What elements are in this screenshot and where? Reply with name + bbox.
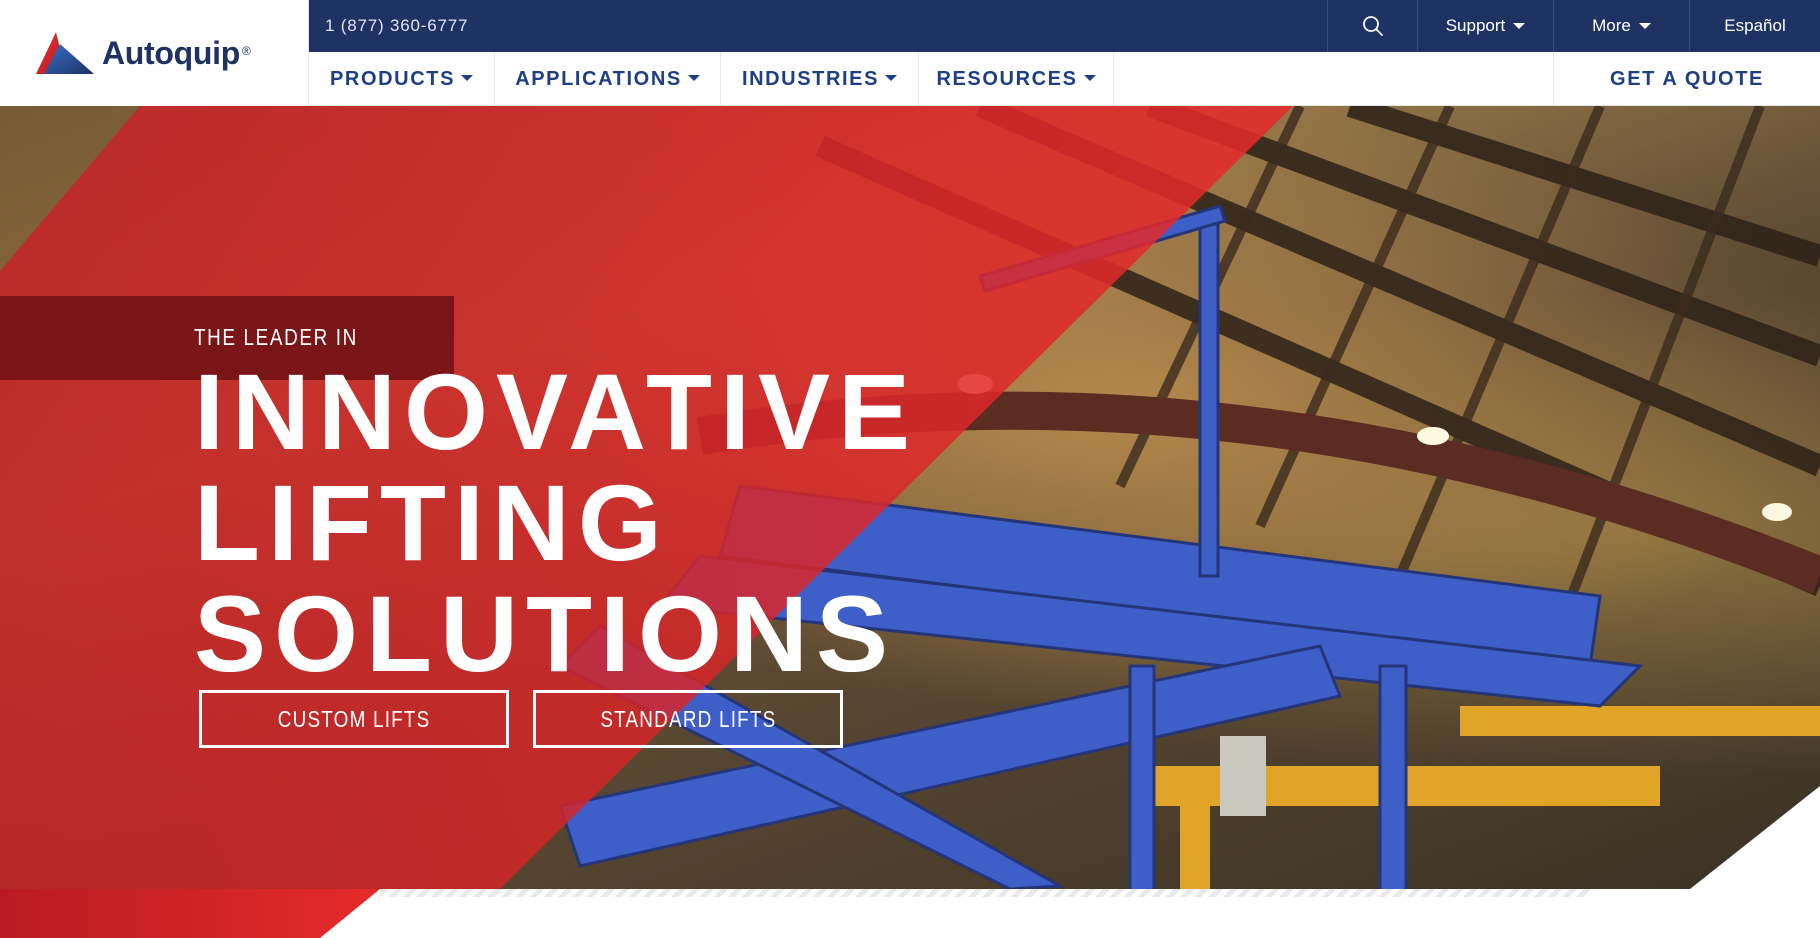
more-label: More [1592,16,1631,35]
nav-item-label: RESOURCES [936,67,1078,90]
site-header: Autoquip ® 1 (877) 360-6777 Support More… [0,0,1820,106]
hero-eyebrow: THE LEADER IN [194,324,358,350]
hero-headline: INNOVATIVE LIFTING SOLUTIONS [194,356,918,689]
button-label: STANDARD LIFTS [599,705,777,732]
headline-line: INNOVATIVE [194,351,919,472]
chevron-down-icon [687,75,700,81]
nav-item-label: PRODUCTS [329,67,456,90]
logo-link[interactable]: Autoquip ® [0,0,309,106]
nav-item-applications[interactable]: APPLICATIONS [495,52,721,106]
logo-wordmark: Autoquip [102,34,240,71]
get-a-quote-button[interactable]: GET A QUOTE [1553,52,1820,106]
hero-section: THE LEADER IN INNOVATIVE LIFTING SOLUTIO… [0,106,1820,889]
search-button[interactable] [1327,0,1417,52]
main-nav: PRODUCTS APPLICATIONS INDUSTRIES RESOURC… [309,52,1820,106]
logo-mark-icon [36,32,94,74]
chevron-down-icon [1513,23,1526,29]
next-section-edge [0,889,1820,938]
language-switch-link[interactable]: Español [1689,0,1820,52]
search-icon [1362,16,1383,36]
headline-line: SOLUTIONS [194,573,897,694]
nav-item-resources[interactable]: RESOURCES [919,52,1114,106]
get-a-quote-label: GET A QUOTE [1610,67,1764,90]
registered-mark: ® [242,44,251,58]
section-divider [0,889,1590,938]
custom-lifts-button[interactable]: CUSTOM LIFTS [199,690,509,748]
phone-number-link[interactable]: 1 (877) 360-6777 [325,0,468,52]
headline-line: LIFTING [194,462,670,583]
chevron-down-icon [885,75,898,81]
chevron-down-icon [461,75,474,81]
nav-item-products[interactable]: PRODUCTS [309,52,495,106]
button-label: CUSTOM LIFTS [277,705,431,732]
chevron-down-icon [1638,23,1651,29]
nav-item-label: INDUSTRIES [741,67,880,90]
nav-item-label: APPLICATIONS [515,67,682,90]
nav-item-industries[interactable]: INDUSTRIES [721,52,919,106]
support-label: Support [1445,16,1506,35]
utility-bar: 1 (877) 360-6777 Support More Español [309,0,1820,52]
chevron-down-icon [1083,75,1096,81]
more-menu[interactable]: More [1553,0,1689,52]
language-label: Español [1724,16,1786,35]
standard-lifts-button[interactable]: STANDARD LIFTS [533,690,843,748]
support-menu[interactable]: Support [1417,0,1553,52]
